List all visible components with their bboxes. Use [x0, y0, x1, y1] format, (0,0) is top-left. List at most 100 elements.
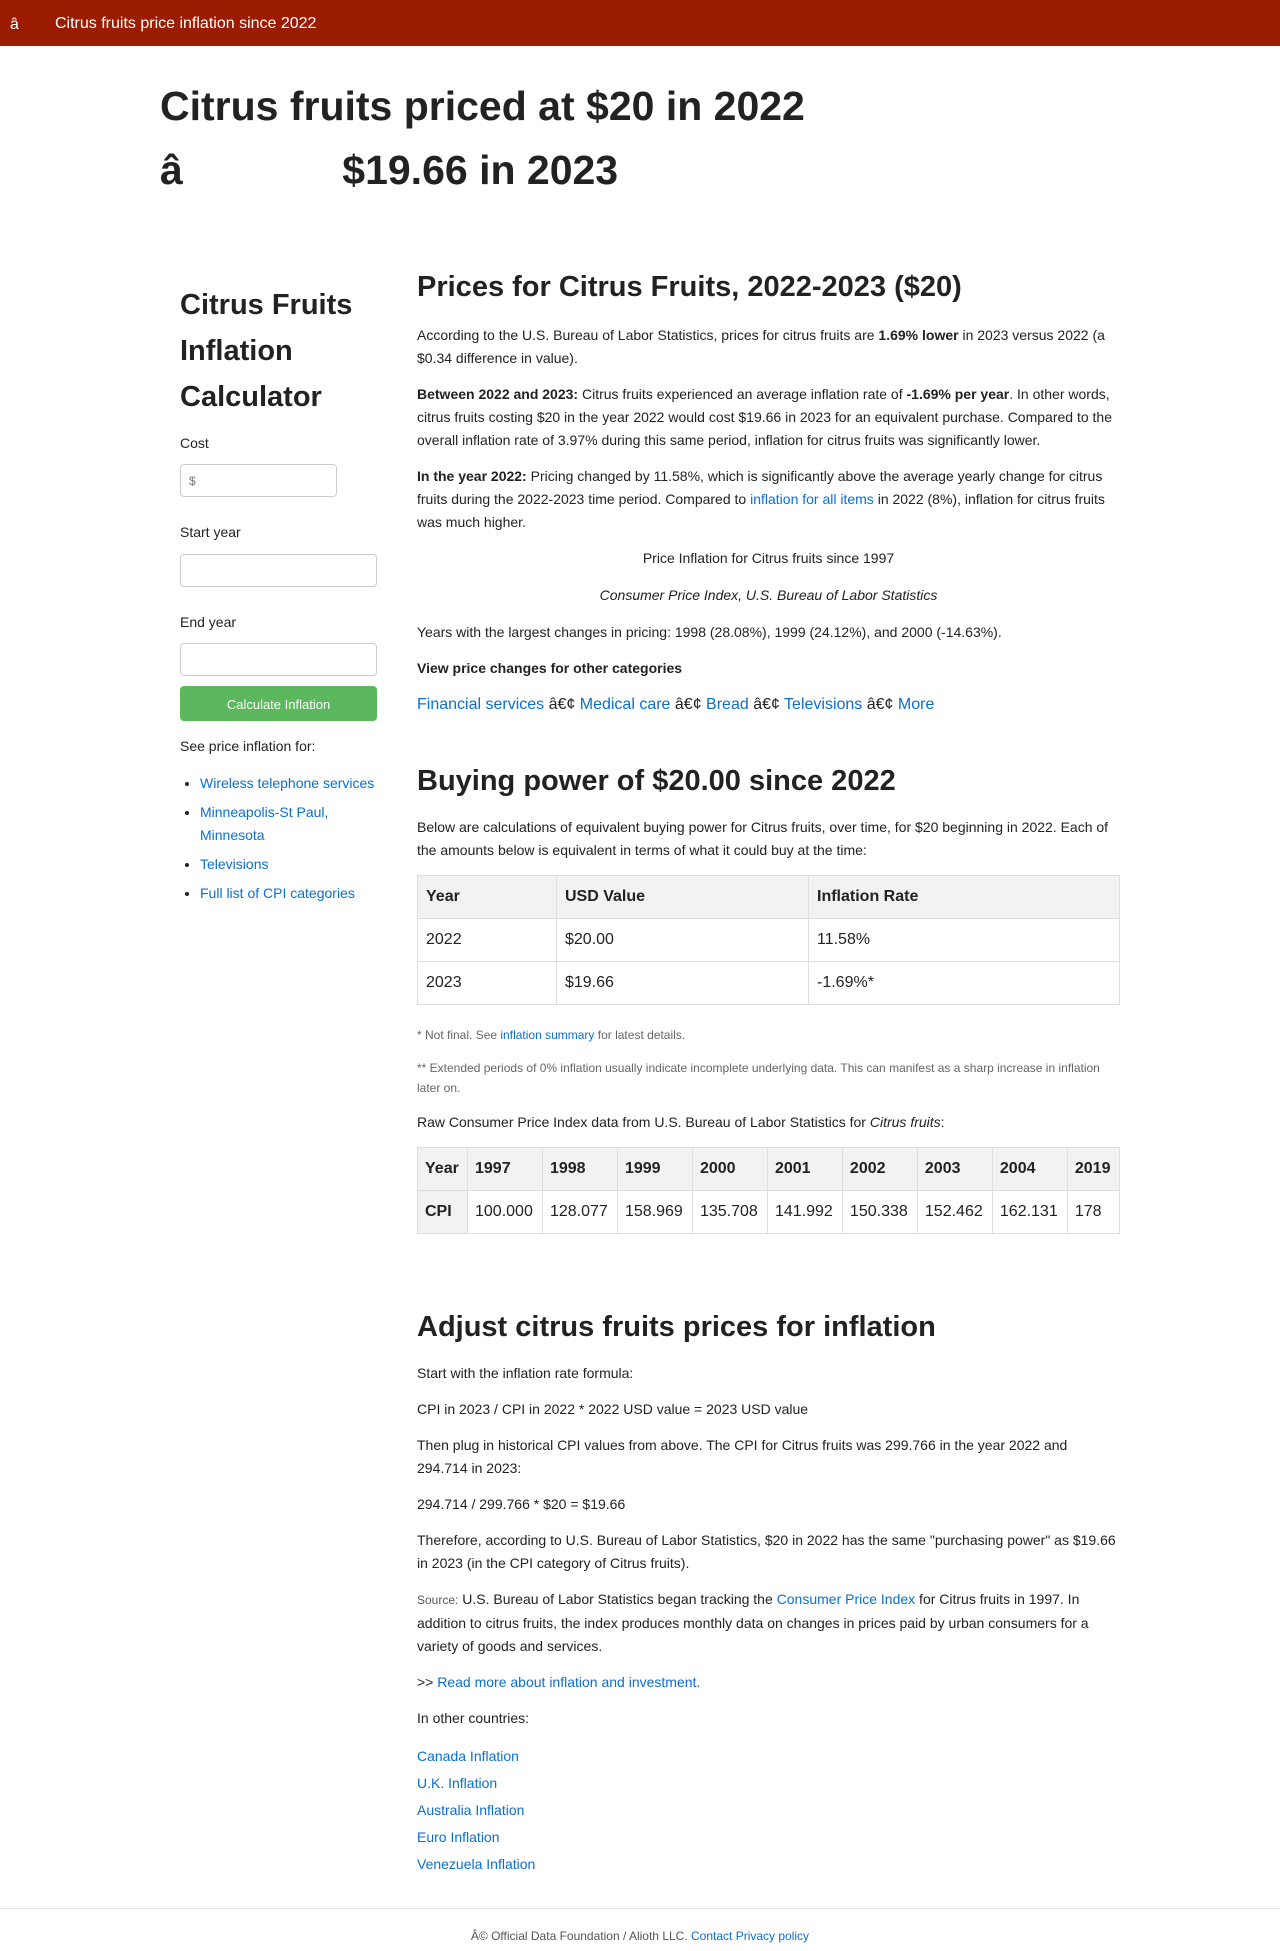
calculator-sidebar: Citrus Fruits Inflation Calculator Cost …	[180, 282, 380, 911]
separator: â€¢	[862, 696, 898, 713]
cost-input[interactable]	[180, 464, 337, 498]
uk-inflation-link[interactable]: U.K. Inflation	[417, 1775, 497, 1791]
cost-label: Cost	[180, 435, 209, 451]
sidebar-link-wireless[interactable]: Wireless telephone services	[200, 775, 374, 791]
contact-link[interactable]: Contact	[691, 1929, 732, 1943]
cpi-value: 100.000	[467, 1190, 543, 1234]
source-label: Source:	[417, 1593, 459, 1607]
cpi-value-row: CPI 100.000 128.077 158.969 135.708 141.…	[417, 1190, 1121, 1234]
category-link-bread[interactable]: Bread	[706, 696, 749, 713]
cpi-value: 158.969	[616, 1190, 693, 1234]
cpi-row-header: CPI	[417, 1190, 468, 1234]
country-link-item: Canada Inflation	[417, 1743, 1120, 1770]
sidebar-link-minneapolis[interactable]: Minneapolis-St Paul, Minnesota	[200, 804, 328, 843]
other-countries-label: In other countries:	[417, 1710, 530, 1726]
cpi-value: 135.708	[691, 1190, 768, 1234]
end-year-label: End year	[180, 613, 237, 630]
text: :	[940, 1114, 945, 1130]
category-link-televisions[interactable]: Televisions	[784, 696, 862, 713]
cpi-year: 2002	[841, 1147, 918, 1191]
cpi-year-header: Year	[417, 1147, 468, 1191]
country-links: Canada Inflation U.K. Inflation Australi…	[417, 1743, 1120, 1878]
cpi-value: 150.338	[841, 1190, 918, 1234]
emphasis: -1.69% per year	[906, 386, 1010, 402]
sidebar-link-cpi-categories[interactable]: Full list of CPI categories	[200, 885, 355, 901]
formula-intro: Start with the inflation rate formula:	[417, 1365, 634, 1381]
emphasis: 1.69% lower	[878, 327, 959, 343]
copyright-text: Â© Official Data Foundation / Alioth LLC…	[470, 1929, 691, 1943]
cpi-value: 152.462	[916, 1190, 993, 1234]
separator: â€¢	[670, 696, 707, 713]
cell: 11.58%	[808, 918, 1120, 962]
table-row: 2023 $19.66 -1.69%*	[417, 961, 1120, 1005]
inflation-summary-link[interactable]: inflation summary	[500, 1028, 594, 1042]
buying-power-intro: Below are calculations of equivalent buy…	[417, 819, 1109, 858]
read-more-line: >> Read more about inflation and investm…	[417, 1671, 1120, 1694]
sidebar-link-item: Televisions	[200, 853, 380, 876]
calculator-title: Citrus Fruits Inflation Calculator	[180, 289, 353, 413]
cpi-value: 162.131	[991, 1190, 1068, 1234]
emphasis: In the year 2022:	[417, 468, 527, 484]
cpi-value: 128.077	[541, 1190, 618, 1234]
cell: 2022	[417, 918, 557, 962]
end-year-input[interactable]	[180, 643, 377, 677]
cell: $20.00	[556, 918, 809, 962]
prices-summary: According to the U.S. Bureau of Labor St…	[417, 324, 1120, 370]
cpi-value: 141.992	[766, 1190, 843, 1234]
privacy-policy-link[interactable]: Privacy policy	[736, 1929, 809, 1943]
text: U.S. Bureau of Labor Statistics began tr…	[458, 1591, 777, 1607]
sidebar-link-item: Wireless telephone services	[200, 772, 380, 795]
sidebar-link-item: Full list of CPI categories	[200, 882, 380, 905]
canada-inflation-link[interactable]: Canada Inflation	[417, 1748, 519, 1764]
calculation-text: 294.714 / 299.766 * $20 = $19.66	[417, 1496, 626, 1512]
sidebar-links: Wireless telephone services Minneapolis-…	[180, 772, 380, 905]
cell: 2023	[417, 961, 557, 1005]
category-link-medical[interactable]: Medical care	[580, 696, 671, 713]
calculate-inflation-button[interactable]: Calculate Inflation	[180, 686, 377, 722]
sidebar-link-televisions[interactable]: Televisions	[200, 856, 268, 872]
between-years-paragraph: Between 2022 and 2023: Citrus fruits exp…	[417, 383, 1120, 452]
country-link-item: U.K. Inflation	[417, 1770, 1120, 1797]
raw-cpi-caption: Raw Consumer Price Index data from U.S. …	[417, 1111, 1120, 1134]
main-content: Prices for Citrus Fruits, 2022-2023 ($20…	[417, 262, 1121, 1878]
consumer-price-index-link[interactable]: Consumer Price Index	[777, 1591, 916, 1607]
text: >>	[417, 1674, 438, 1690]
adjust-heading: Adjust citrus fruits prices for inflatio…	[417, 1311, 936, 1343]
formula-text: CPI in 2023 / CPI in 2022 * 2022 USD val…	[417, 1401, 809, 1417]
venezuela-inflation-link[interactable]: Venezuela Inflation	[417, 1856, 535, 1872]
euro-inflation-link[interactable]: Euro Inflation	[417, 1829, 500, 1845]
inflation-all-items-link[interactable]: inflation for all items	[750, 491, 874, 507]
emphasis: Between 2022 and 2023:	[417, 386, 579, 402]
cpi-year: 2003	[916, 1147, 993, 1191]
sidebar-link-item: Minneapolis-St Paul, Minnesota	[200, 801, 380, 847]
start-year-label: Start year	[180, 524, 241, 541]
start-year-input[interactable]	[180, 553, 377, 587]
purchasing-power-paragraph: Therefore, according to U.S. Bureau of L…	[417, 1532, 1116, 1571]
text: Raw Consumer Price Index data from U.S. …	[417, 1114, 870, 1130]
buying-power-table: Year USD Value Inflation Rate 2022 $20.0…	[417, 875, 1120, 1005]
col-usd-value: USD Value	[556, 875, 809, 919]
source-paragraph: Source: U.S. Bureau of Labor Statistics …	[417, 1588, 1120, 1658]
category-link-more[interactable]: More	[898, 696, 934, 713]
category-link-financial[interactable]: Financial services	[417, 696, 544, 713]
separator: â€¢	[544, 696, 580, 713]
cpi-year: 1998	[541, 1147, 618, 1191]
brand-icon[interactable]: â	[10, 12, 19, 38]
read-more-link[interactable]: Read more about inflation and investment…	[437, 1674, 700, 1690]
country-link-item: Venezuela Inflation	[417, 1851, 1120, 1878]
chart-title: Price Inflation for Citrus fruits since …	[642, 550, 895, 566]
cpi-table: Year 1997 1998 1999 2000 2001 2002 2003 …	[417, 1147, 1121, 1234]
buying-power-heading: Buying power of $20.00 since 2022	[417, 765, 896, 797]
brand-title-link[interactable]: Citrus fruits price inflation since 2022	[55, 11, 316, 37]
table-row: 2022 $20.00 11.58%	[417, 918, 1120, 962]
category-links: Financial services â€¢ Medical care â€¢ …	[417, 693, 1120, 716]
cell: -1.69%*	[808, 961, 1120, 1005]
text: for latest details.	[594, 1028, 686, 1042]
text: According to the U.S. Bureau of Labor St…	[417, 327, 879, 343]
top-navbar: â Citrus fruits price inflation since 20…	[0, 0, 1280, 46]
cpi-year: 2004	[991, 1147, 1068, 1191]
australia-inflation-link[interactable]: Australia Inflation	[417, 1802, 524, 1818]
cpi-year: 2000	[691, 1147, 768, 1191]
separator: â€¢	[748, 696, 785, 713]
cpi-values-paragraph: Then plug in historical CPI values from …	[417, 1437, 1068, 1476]
